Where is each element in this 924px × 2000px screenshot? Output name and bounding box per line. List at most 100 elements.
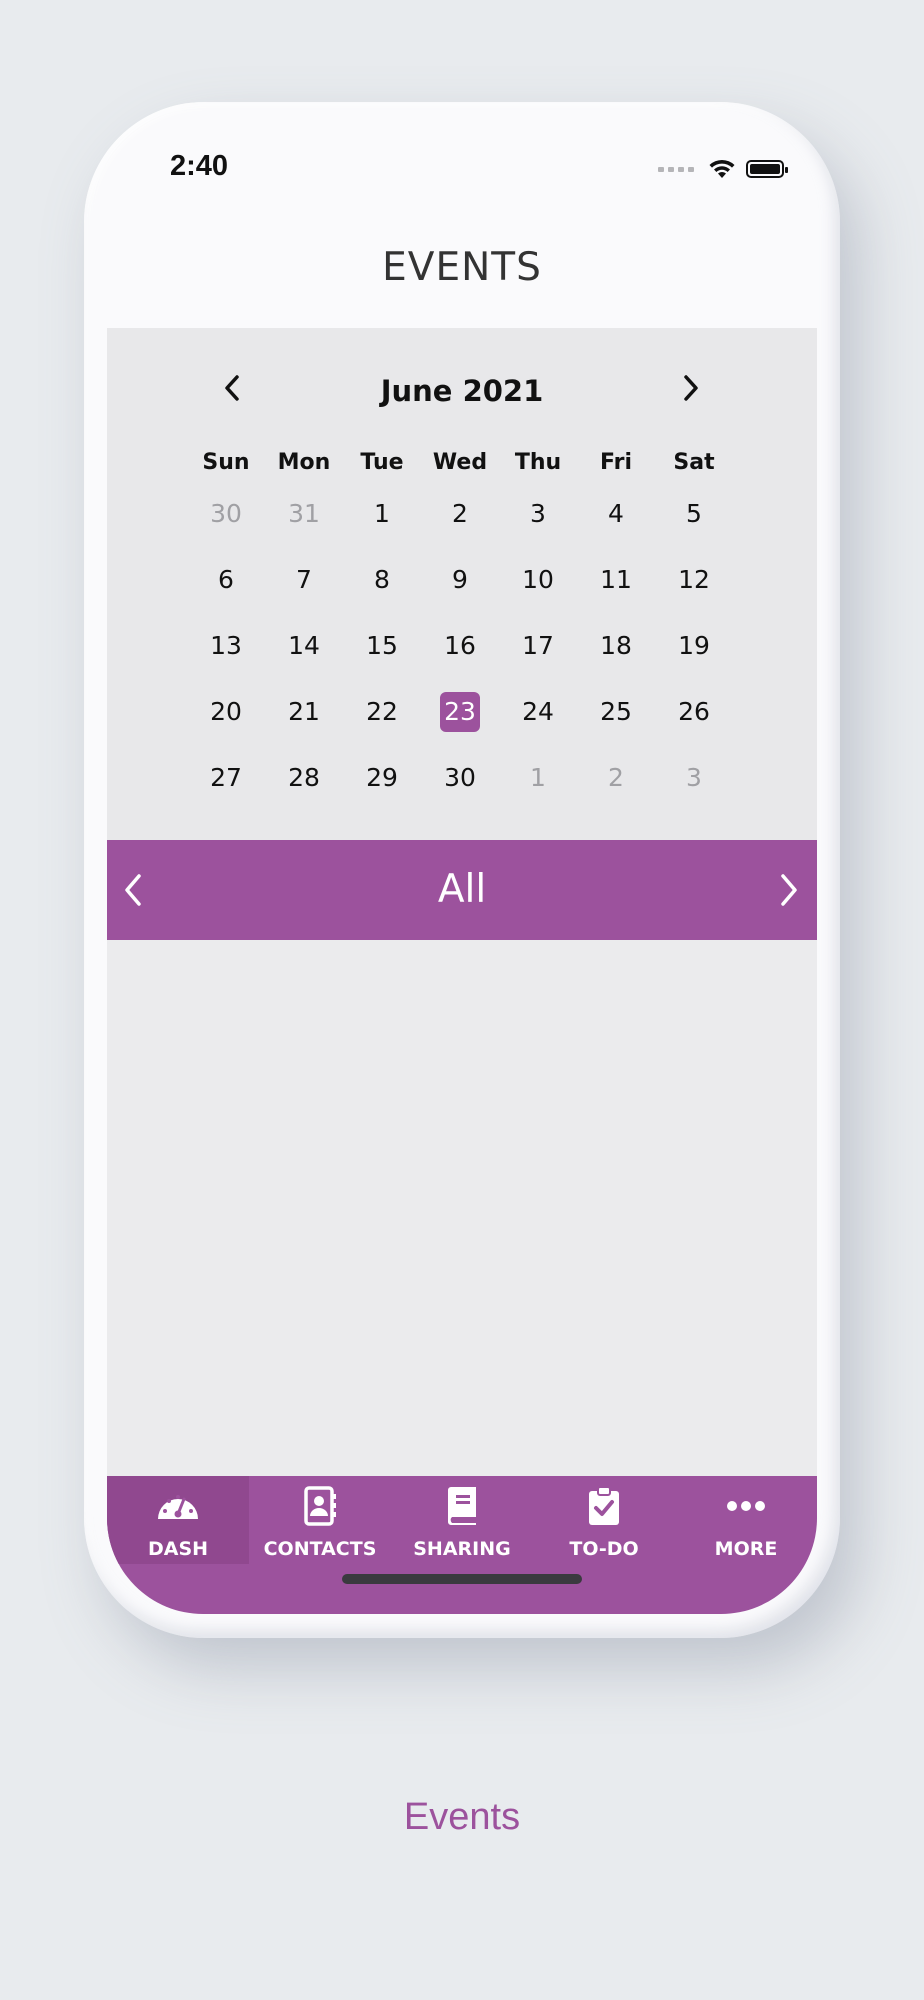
calendar-day[interactable]: 2 [577,758,655,798]
wifi-icon [709,159,735,178]
calendar-day[interactable]: 6 [187,560,265,600]
calendar-day-number: 29 [366,763,398,792]
calendar-day[interactable]: 1 [343,494,421,534]
calendar-day[interactable]: 9 [421,560,499,600]
calendar-week-row: 27 28 29 30 1 2 3 [187,758,733,798]
tab-label: MORE [714,1538,778,1560]
calendar-day[interactable]: 30 [187,494,265,534]
calendar-day-number: 12 [678,565,710,594]
calendar-day[interactable]: 28 [265,758,343,798]
calendar-day-number: 24 [522,697,554,726]
calendar-day[interactable]: 11 [577,560,655,600]
calendar-day-number: 4 [608,499,624,528]
calendar-day[interactable]: 27 [187,758,265,798]
calendar-next-month-button[interactable] [671,368,711,408]
calendar-day-number: 25 [600,697,632,726]
calendar-day[interactable]: 31 [265,494,343,534]
weekday-label: Sun [202,450,250,475]
tab-todo[interactable]: TO-DO [533,1476,675,1564]
bottom-tab-bar: DASH CONTACTS SHARING TO-DO MORE [107,1476,817,1614]
weekday-header-row: Sun Mon Tue Wed Thu Fri Sat [187,450,733,475]
filter-label: All [437,867,487,912]
calendar-day-number: 5 [686,499,702,528]
tab-label: SHARING [413,1538,511,1560]
calendar-day[interactable]: 7 [265,560,343,600]
calendar-day-number: 30 [210,499,242,528]
calendar-day-number: 19 [678,631,710,660]
calendar-day[interactable]: 2 [421,494,499,534]
calendar-day[interactable]: 16 [421,626,499,666]
calendar-day-number: 2 [608,763,624,792]
calendar-day[interactable]: 3 [655,758,733,798]
calendar-day-number: 7 [296,565,312,594]
contacts-book-icon [298,1486,342,1526]
calendar-day-number: 1 [374,499,390,528]
calendar-day[interactable]: 10 [499,560,577,600]
calendar-day[interactable]: 15 [343,626,421,666]
tab-dash[interactable]: DASH [107,1476,249,1564]
calendar-day[interactable]: 12 [655,560,733,600]
weekday-label: Tue [360,450,404,475]
calendar-day-number: 15 [366,631,398,660]
calendar-week-row: 30 31 1 2 3 4 5 [187,494,733,534]
calendar-day-number: 14 [288,631,320,660]
calendar-day[interactable]: 29 [343,758,421,798]
calendar-day-number: 31 [288,499,320,528]
calendar-day-number: 23 [440,692,480,732]
calendar-day-number: 18 [600,631,632,660]
calendar-day-number: 11 [600,565,632,594]
calendar-day[interactable]: 1 [499,758,577,798]
battery-icon [746,160,788,178]
calendar-day[interactable]: 4 [577,494,655,534]
filter-next-button[interactable] [767,870,807,910]
screen-caption: Events [403,1796,521,1838]
tab-more[interactable]: MORE [675,1476,817,1564]
calendar-day-selected[interactable]: 23 [421,692,499,732]
home-indicator[interactable] [342,1574,582,1584]
calendar-day[interactable]: 30 [421,758,499,798]
calendar-day[interactable]: 26 [655,692,733,732]
weekday-label: Sat [673,450,715,475]
calendar-day[interactable]: 24 [499,692,577,732]
calendar-day[interactable]: 13 [187,626,265,666]
calendar-day[interactable]: 21 [265,692,343,732]
calendar-day-number: 3 [686,763,702,792]
calendar-day-number: 3 [530,499,546,528]
calendar-week-row: 20 21 22 23 24 25 26 [187,692,733,732]
calendar-day-number: 9 [452,565,468,594]
calendar-day-number: 20 [210,697,242,726]
book-icon [440,1486,484,1526]
event-filter-bar: All [107,840,817,940]
calendar-day[interactable]: 8 [343,560,421,600]
calendar-day-number: 22 [366,697,398,726]
calendar-day-number: 28 [288,763,320,792]
calendar-day[interactable]: 22 [343,692,421,732]
calendar-day[interactable]: 18 [577,626,655,666]
tab-contacts[interactable]: CONTACTS [249,1476,391,1564]
calendar-day-number: 16 [444,631,476,660]
calendar-week-row: 6 7 8 9 10 11 12 [187,560,733,600]
calendar-day-number: 13 [210,631,242,660]
calendar-day[interactable]: 20 [187,692,265,732]
calendar-day-number: 17 [522,631,554,660]
calendar-day[interactable]: 3 [499,494,577,534]
calendar-day-number: 2 [452,499,468,528]
calendar-day[interactable]: 17 [499,626,577,666]
calendar-day-number: 8 [374,565,390,594]
calendar-day[interactable]: 5 [655,494,733,534]
chevron-right-icon [684,375,698,401]
calendar-day-number: 27 [210,763,242,792]
calendar-day-number: 26 [678,697,710,726]
tab-label: DASH [147,1538,209,1560]
calendar-day[interactable]: 25 [577,692,655,732]
clipboard-check-icon [582,1486,626,1526]
calendar-day[interactable]: 19 [655,626,733,666]
calendar-day[interactable]: 14 [265,626,343,666]
tab-sharing[interactable]: SHARING [391,1476,533,1564]
events-list-area [107,940,817,1476]
calendar-day-number: 21 [288,697,320,726]
weekday-label: Wed [432,450,488,475]
weekday-label: Thu [514,450,562,475]
calendar-day-number: 30 [444,763,476,792]
tab-label: TO-DO [569,1538,639,1560]
